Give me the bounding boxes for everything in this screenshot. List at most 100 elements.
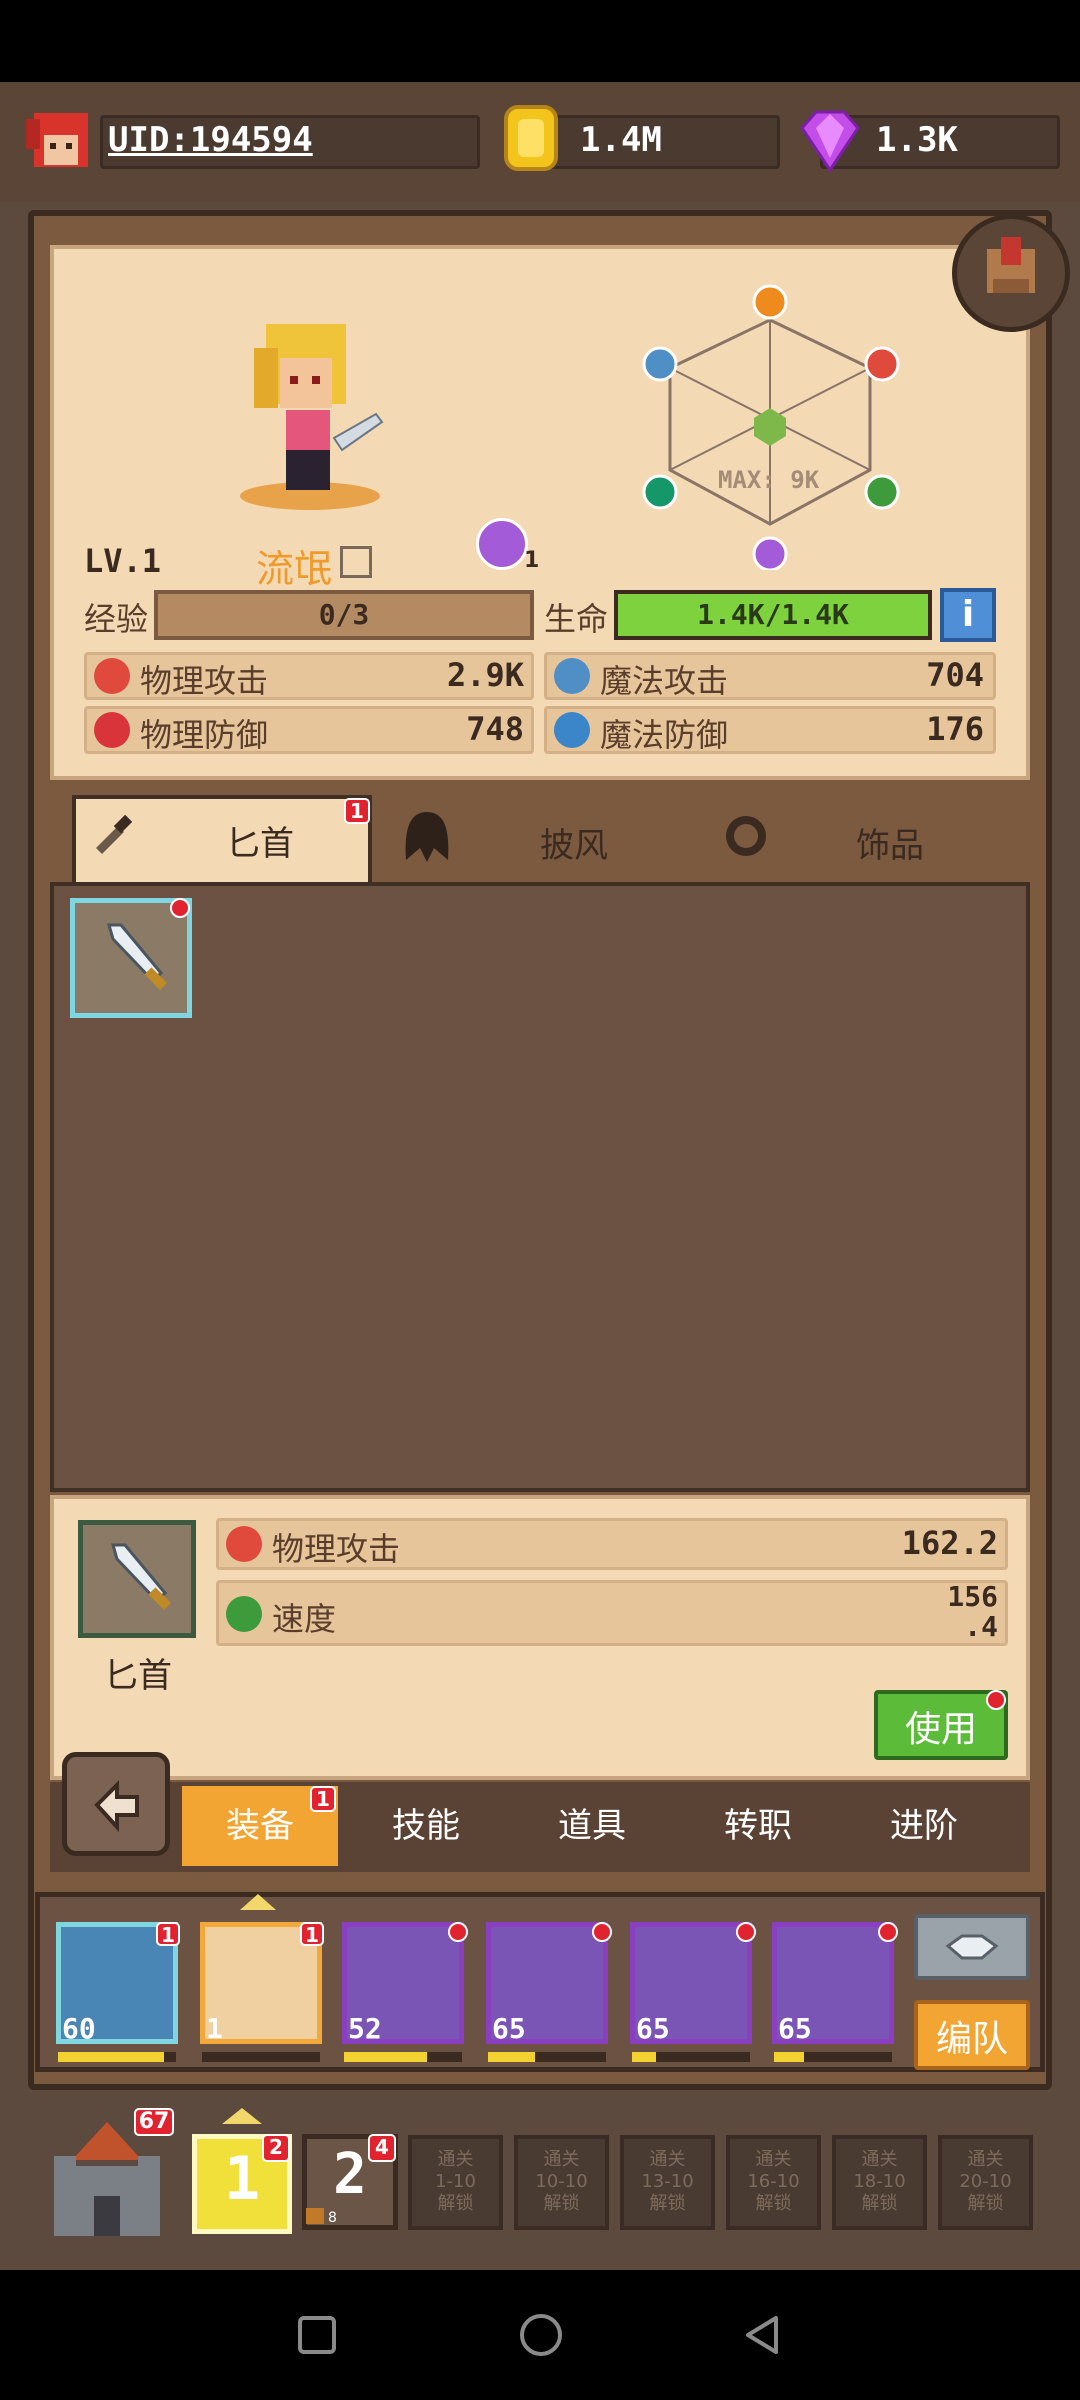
detail-speed-label: 速度 [272,1600,337,1638]
mag-attack-icon [554,658,590,694]
tab-advance[interactable]: 进阶 [846,1786,1002,1866]
hero-card-4-level: 65 [492,2012,526,2045]
gem-icon [792,108,868,174]
hero-card-5-level: 65 [636,2012,670,2045]
locked-stage-4-line1: 通关 [755,2149,792,2170]
hero-card-1-badge: 1 [156,1922,180,1946]
phys-defense-label: 物理防御 [140,716,269,754]
attribute-radar-chart [630,280,930,572]
rename-icon[interactable] [340,546,372,578]
use-button-label: 使用 [904,1709,977,1750]
detail-speed-value-line1: 156 [947,1580,998,1613]
info-button[interactable]: i [940,588,996,642]
locked-stage-3-line1: 通关 [649,2149,686,2170]
avatar[interactable] [22,105,100,175]
locked-stage-4[interactable]: 通关 16-10 解锁 [726,2135,821,2230]
skill-point-count: 1 [524,548,540,573]
gem-amount: 1.3K [876,120,958,160]
hero-card-1-hp [58,2052,176,2062]
team-button-label: 编队 [935,2019,1008,2060]
locked-stage-2[interactable]: 通关 10-10 解锁 [514,2135,609,2230]
locked-stage-3-line3: 解锁 [649,2193,686,2214]
hero-card-6-hp [774,2052,892,2062]
hp-value: 1.4K/1.4K [697,598,849,631]
phys-attack-icon [94,658,130,694]
locked-stage-3[interactable]: 通关 13-10 解锁 [620,2135,715,2230]
exp-value: 0/3 [318,598,370,631]
locked-stage-4-line3: 解锁 [755,2193,792,2214]
home-icon[interactable] [520,2314,562,2356]
radar-max-label: MAX: 9K [718,466,820,494]
tab-skills[interactable]: 技能 [348,1786,504,1866]
hp-label: 生命 [544,600,609,638]
locked-stage-1-line3: 解锁 [437,2193,474,2214]
phys-defense-value: 748 [466,710,524,748]
tab-dagger-label: 匕首 [226,824,294,864]
selected-item-name: 匕首 [104,1656,172,1696]
hero-portrait [230,318,390,513]
selected-item-icon [78,1520,196,1638]
locked-stage-2-line1: 通关 [543,2149,580,2170]
hero-card-3-hp [344,2052,462,2062]
gold-amount: 1.4M [580,120,662,160]
tab-equipment-badge: 1 [310,1786,336,1812]
locked-stage-5[interactable]: 通关 18-10 解锁 [832,2135,927,2230]
mag-defense-icon [554,712,590,748]
hero-card-2-hp [202,2052,320,2062]
hero-card-2-badge: 1 [300,1922,324,1946]
detail-attack-icon [226,1526,262,1562]
tab-job-change[interactable]: 转职 [680,1786,836,1866]
castle-level-badge: 67 [134,2108,174,2136]
tab-dagger-badge: 1 [344,798,370,824]
cloak-tab-icon [398,808,456,866]
back-nav-icon[interactable] [742,2314,784,2356]
hero-card-5-alert [736,1922,756,1942]
phys-attack-value: 2.9K [446,656,524,694]
handshake-button[interactable] [914,1914,1030,1980]
tab-accessory[interactable]: 饰品 [856,818,924,867]
level-label: LV.1 [84,542,162,580]
mag-defense-value: 176 [926,710,984,748]
equipment-grid [50,882,1030,1492]
locked-stage-6-line1: 通关 [967,2149,1004,2170]
exp-label: 经验 [84,600,149,638]
uid-text[interactable]: UID:194594 [108,120,313,160]
locked-stage-1[interactable]: 通关 1-10 解锁 [408,2135,503,2230]
dagger-slot-alert [170,898,190,918]
locked-stage-5-line3: 解锁 [861,2193,898,2214]
mag-attack-label: 魔法攻击 [600,662,729,700]
scroll-book-icon[interactable] [952,214,1070,332]
hero-name: 流氓 [256,547,333,591]
locked-stage-1-line2: 1-10 [435,2171,476,2192]
detail-speed-value-line2: .4 [964,1610,998,1643]
detail-attack-label: 物理攻击 [272,1530,401,1568]
hero-card-2-level: 1 [206,2012,223,2045]
hero-card-5-hp [632,2052,750,2062]
mag-attack-value: 704 [926,656,984,694]
use-button-alert [986,1690,1006,1710]
stage-slot-1-badge: 2 [262,2134,290,2162]
tab-cloak[interactable]: 披风 [540,818,608,867]
status-bar [0,0,1080,82]
recents-icon[interactable] [298,2316,336,2354]
detail-speed-icon [226,1596,262,1632]
locked-stage-6[interactable]: 通关 20-10 解锁 [938,2135,1033,2230]
locked-stage-5-line2: 18-10 [853,2171,906,2192]
locked-stage-2-line3: 解锁 [543,2193,580,2214]
hero-card-6-level: 65 [778,2012,812,2045]
locked-stage-6-line2: 20-10 [959,2171,1012,2192]
locked-stage-3-line2: 13-10 [641,2171,694,2192]
locked-stage-4-line2: 16-10 [747,2171,800,2192]
selected-hero-arrow [240,1894,276,1910]
stage-slot-2-sub: 8 [328,2210,337,2226]
hero-card-3-level: 52 [348,2012,382,2045]
hero-card-6-alert [878,1922,898,1942]
tab-items[interactable]: 道具 [514,1786,670,1866]
back-button[interactable] [62,1752,170,1856]
hero-card-4-alert [592,1922,612,1942]
skill-point-icon[interactable] [476,518,528,570]
stage-slot-2-badge: 4 [368,2134,396,2162]
stage-up-arrow [222,2108,262,2124]
hero-card-3-alert [448,1922,468,1942]
mag-defense-label: 魔法防御 [600,716,729,754]
